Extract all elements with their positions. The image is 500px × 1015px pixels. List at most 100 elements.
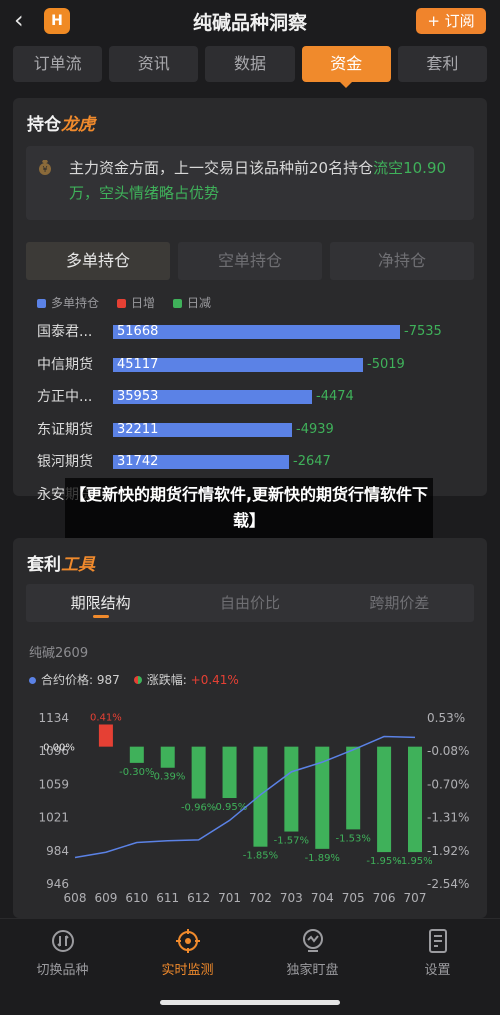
change-bar [191,746,206,799]
main-tabs: 订单流 资讯 数据 资金 套利 [13,46,488,88]
legend-long: 多单持仓 [37,294,99,311]
contract-price: 合约价格: 987 [29,671,120,688]
home-indicator [160,1000,340,1005]
position-row: 国泰君... 51668 -7535 [13,322,487,342]
broker-name: 东证期货 [37,421,93,438]
position-row: 中信期货 45117 -5019 [13,355,487,375]
change-rate: 涨跌幅: +0.41% [133,671,239,688]
position-row: 方正中... 35953 -4474 [13,387,487,407]
arbitrage-title-a: 套利 [27,555,61,575]
position-row: 东证期货 32211 -4939 [13,420,487,440]
change-bar [408,746,422,853]
x-tick: 701 [218,891,241,905]
change-label: 0.41% [90,712,122,723]
y-tick-right: -1.92% [427,844,469,858]
y-tick-left: 946 [46,877,69,891]
y-tick-left: 1134 [38,711,69,725]
y-tick-right: 0.53% [427,711,465,725]
nav-label: 实时监测 [161,963,214,978]
legend-decrease: 日减 [173,294,211,311]
change-bar [129,746,144,763]
tab-news[interactable]: 资讯 [109,46,199,82]
position-row: 银河期货 31742 -2647 [13,452,487,472]
positions-title-a: 持仓 [27,115,61,135]
position-change: -5019 [367,356,405,372]
change-bar [222,746,237,799]
settings-icon [428,929,447,953]
broker-name: 银河期货 [37,454,93,470]
summary-text: 主力资金方面，上一交易日该品种前20名持仓流空10.90万，空头情绪略占优势 [69,156,464,206]
arbitrage-title: 套利工具 [27,550,95,575]
change-bar [98,724,113,747]
y-tick-left: 1059 [38,777,69,791]
position-bar: 31742 [113,455,289,469]
tab-calendar-spread[interactable]: 跨期价差 [325,584,474,622]
x-tick: 703 [280,891,303,905]
x-tick: 609 [94,891,117,905]
y-tick-right: -1.31% [427,811,469,825]
position-value: 35953 [117,389,159,404]
tab-net-positions[interactable]: 净持仓 [330,242,474,280]
summary-text-main: 主力资金方面，上一交易日该品种前20名持仓 [69,159,374,177]
arbitrage-card: 套利工具 期限结构 自由价比 跨期价差 纯碱2609 合约价格: 987 涨跌幅… [13,538,487,918]
change-bar [253,746,268,847]
arbitrage-subtabs: 期限结构 自由价比 跨期价差 [26,584,474,622]
position-change: -2647 [293,454,331,469]
price-info: 合约价格: 987 涨跌幅: +0.41% [29,671,239,688]
position-change: -4474 [316,389,354,404]
broker-name: 国泰君... [37,324,93,340]
change-label: -1.85% [243,851,278,862]
overlay-banner: 【更新快的期货行情软件,更新快的期货行情软件下载】 [65,478,433,538]
change-bar [160,746,175,768]
tab-data[interactable]: 数据 [205,46,295,82]
legend-increase: 日增 [117,294,155,311]
position-bar: 32211 [113,421,292,437]
change-label: -0.95% [212,802,247,813]
arbitrage-title-b: 工具 [61,555,95,575]
header: ‹ H 纯碱品种洞察 + 订阅 [0,0,500,44]
position-value: 31742 [117,454,159,469]
tab-funds[interactable]: 资金 [301,46,391,88]
x-tick: 610 [125,891,148,905]
change-bar [346,746,361,830]
change-label: -1.57% [274,836,309,847]
position-value: 32211 [117,421,159,437]
nav-settings[interactable]: 设置 [375,919,500,1015]
x-tick: 706 [373,891,396,905]
tab-short-positions[interactable]: 空单持仓 [178,242,322,280]
positions-title: 持仓龙虎 [27,110,95,135]
nav-switch-variety[interactable]: 切换品种 [0,919,125,1015]
nav-label: 独家盯盘 [286,963,339,978]
position-change: -4939 [296,421,334,437]
x-tick: 608 [64,891,87,905]
nav-label: 切换品种 [36,963,89,978]
positions-legend: 多单持仓 日增 日减 [37,294,211,311]
positions-title-b: 龙虎 [61,115,95,135]
tab-term-structure[interactable]: 期限结构 [26,584,175,622]
change-label: 0.00% [43,743,75,754]
x-tick: 612 [187,891,210,905]
x-tick: 705 [342,891,365,905]
tab-arbitrage[interactable]: 套利 [397,46,488,82]
broker-name: 中信期货 [37,356,93,373]
term-structure-chart: 1134 0.53%1096 -0.08%1059 -0.70%1021 -1.31%9… [38,711,469,905]
target-icon [175,929,200,953]
tab-long-positions[interactable]: 多单持仓 [26,242,170,280]
position-bar: 45117 [113,356,363,372]
x-tick: 707 [404,891,427,905]
position-bar: 51668 [113,325,400,339]
position-value: 45117 [117,356,159,372]
tab-order-flow[interactable]: 订单流 [13,46,103,82]
tab-free-ratio[interactable]: 自由价比 [175,584,324,622]
broker-name: 方正中... [37,389,93,405]
subscribe-button[interactable]: + 订阅 [416,8,486,34]
y-tick-left: 1021 [38,811,69,825]
change-label: -0.39% [150,772,185,783]
x-tick: 611 [156,891,179,905]
change-label: -1.95% [397,856,432,867]
y-tick-left: 984 [46,844,69,858]
svg-text:¥: ¥ [42,165,47,174]
change-bar [377,746,392,853]
nav-label: 设置 [424,963,451,978]
position-subtabs: 多单持仓 空单持仓 净持仓 [26,242,474,280]
